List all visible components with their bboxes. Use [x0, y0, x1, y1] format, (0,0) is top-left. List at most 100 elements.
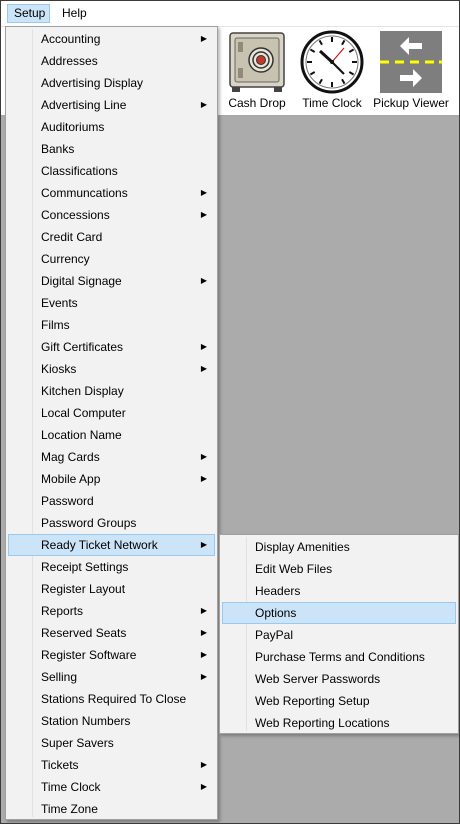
menu-item-label: Banks — [41, 142, 75, 156]
pickup-viewer-label: Pickup Viewer — [373, 96, 449, 110]
menu-item-register-layout[interactable]: Register Layout — [8, 578, 215, 600]
menu-item-label: Ready Ticket Network — [41, 538, 158, 552]
menu-setup[interactable]: Setup — [7, 4, 50, 23]
menu-item-selling[interactable]: Selling ▶ — [8, 666, 215, 688]
menu-item-auditoriums[interactable]: Auditoriums — [8, 116, 215, 138]
menu-item-films[interactable]: Films — [8, 314, 215, 336]
submenu-arrow-icon: ▶ — [200, 452, 207, 461]
menu-item-kiosks[interactable]: Kiosks ▶ — [8, 358, 215, 380]
menu-item-accounting[interactable]: Accounting ▶ — [8, 28, 215, 50]
cash-drop-button[interactable]: Cash Drop — [219, 27, 295, 115]
menu-item-password[interactable]: Password — [8, 490, 215, 512]
menu-item-receipt-settings[interactable]: Receipt Settings — [8, 556, 215, 578]
submenu-item-label: Headers — [255, 584, 301, 598]
submenu-item-display-amenities[interactable]: Display Amenities — [222, 536, 456, 558]
menu-item-tickets[interactable]: Tickets ▶ — [8, 754, 215, 776]
ready-ticket-network-submenu: Display Amenities Edit Web Files Headers Op… — [219, 534, 459, 734]
submenu-item-options[interactable]: Options — [222, 602, 456, 624]
menu-item-label: Super Savers — [41, 736, 114, 750]
menu-item-concessions[interactable]: Concessions ▶ — [8, 204, 215, 226]
menu-item-label: Reserved Seats — [41, 626, 127, 640]
menu-item-label: Addresses — [41, 54, 98, 68]
menu-item-label: Password Groups — [41, 516, 137, 530]
menu-item-events[interactable]: Events — [8, 292, 215, 314]
submenu-item-purchase-terms-and-conditions[interactable]: Purchase Terms and Conditions — [222, 646, 456, 668]
menu-item-label: Communcations — [41, 186, 128, 200]
menu-help[interactable]: Help — [56, 4, 96, 23]
menu-item-mobile-app[interactable]: Mobile App ▶ — [8, 468, 215, 490]
application-window: Setup Help Cash Drop Time Clock Pickup V… — [0, 0, 460, 824]
clock-icon — [300, 30, 364, 94]
menu-item-label: Mobile App — [41, 472, 101, 486]
menu-item-label: Credit Card — [41, 230, 103, 244]
menu-item-banks[interactable]: Banks — [8, 138, 215, 160]
menu-item-label: Advertising Line — [41, 98, 127, 112]
submenu-arrow-icon: ▶ — [200, 606, 207, 615]
menu-item-label: Digital Signage — [41, 274, 122, 288]
menu-item-gift-certificates[interactable]: Gift Certificates ▶ — [8, 336, 215, 358]
submenu-item-edit-web-files[interactable]: Edit Web Files — [222, 558, 456, 580]
submenu-arrow-icon: ▶ — [200, 474, 207, 483]
safe-icon — [229, 32, 285, 92]
menu-item-label: Time Clock — [41, 780, 101, 794]
menu-item-register-software[interactable]: Register Software ▶ — [8, 644, 215, 666]
submenu-arrow-icon: ▶ — [200, 276, 207, 285]
menu-item-digital-signage[interactable]: Digital Signage ▶ — [8, 270, 215, 292]
submenu-item-web-reporting-setup[interactable]: Web Reporting Setup — [222, 690, 456, 712]
menu-item-ready-ticket-network[interactable]: Ready Ticket Network ▶ — [8, 534, 215, 556]
menu-item-label: Time Zone — [41, 802, 98, 816]
pickup-viewer-button[interactable]: Pickup Viewer — [373, 27, 449, 115]
menu-item-label: Tickets — [41, 758, 79, 772]
menu-item-classifications[interactable]: Classifications — [8, 160, 215, 182]
menu-item-communcations[interactable]: Communcations ▶ — [8, 182, 215, 204]
menu-item-location-name[interactable]: Location Name — [8, 424, 215, 446]
menu-item-label: Register Software — [41, 648, 137, 662]
menu-item-stations-required-to-close[interactable]: Stations Required To Close — [8, 688, 215, 710]
menu-item-label: Currency — [41, 252, 90, 266]
submenu-item-web-reporting-locations[interactable]: Web Reporting Locations — [222, 712, 456, 734]
menu-item-label: Classifications — [41, 164, 118, 178]
menu-item-currency[interactable]: Currency — [8, 248, 215, 270]
submenu-arrow-icon: ▶ — [200, 342, 207, 351]
submenu-arrow-icon: ▶ — [200, 782, 207, 791]
menu-item-advertising-display[interactable]: Advertising Display — [8, 72, 215, 94]
menu-item-label: Accounting — [41, 32, 101, 46]
menu-item-label: Auditoriums — [41, 120, 105, 134]
menu-item-label: Advertising Display — [41, 76, 144, 90]
submenu-item-label: Web Reporting Locations — [255, 716, 390, 730]
menu-item-time-zone[interactable]: Time Zone — [8, 798, 215, 820]
menu-item-password-groups[interactable]: Password Groups — [8, 512, 215, 534]
menu-item-mag-cards[interactable]: Mag Cards ▶ — [8, 446, 215, 468]
menu-item-label: Concessions — [41, 208, 110, 222]
menu-item-time-clock[interactable]: Time Clock ▶ — [8, 776, 215, 798]
menu-item-reports[interactable]: Reports ▶ — [8, 600, 215, 622]
menu-item-label: Receipt Settings — [41, 560, 129, 574]
menu-item-local-computer[interactable]: Local Computer — [8, 402, 215, 424]
menu-item-kitchen-display[interactable]: Kitchen Display — [8, 380, 215, 402]
submenu-item-headers[interactable]: Headers — [222, 580, 456, 602]
time-clock-button[interactable]: Time Clock — [294, 27, 370, 115]
submenu-arrow-icon: ▶ — [200, 100, 207, 109]
menu-item-super-savers[interactable]: Super Savers — [8, 732, 215, 754]
submenu-arrow-icon: ▶ — [200, 672, 207, 681]
time-clock-label: Time Clock — [302, 96, 362, 110]
menu-item-advertising-line[interactable]: Advertising Line ▶ — [8, 94, 215, 116]
menu-bar: Setup Help — [1, 1, 459, 27]
submenu-item-web-server-passwords[interactable]: Web Server Passwords — [222, 668, 456, 690]
submenu-item-label: Display Amenities — [255, 540, 350, 554]
menu-item-credit-card[interactable]: Credit Card — [8, 226, 215, 248]
menu-item-label: Kiosks — [41, 362, 77, 376]
submenu-item-paypal[interactable]: PayPal — [222, 624, 456, 646]
menu-item-label: Register Layout — [41, 582, 126, 596]
menu-item-label: Events — [41, 296, 78, 310]
submenu-arrow-icon: ▶ — [200, 650, 207, 659]
menu-item-label: Location Name — [41, 428, 122, 442]
menu-item-label: Password — [41, 494, 94, 508]
menu-item-label: Films — [41, 318, 70, 332]
menu-item-station-numbers[interactable]: Station Numbers — [8, 710, 215, 732]
submenu-arrow-icon: ▶ — [200, 188, 207, 197]
menu-item-reserved-seats[interactable]: Reserved Seats ▶ — [8, 622, 215, 644]
submenu-item-label: Web Server Passwords — [255, 672, 381, 686]
submenu-item-label: Options — [255, 606, 297, 620]
menu-item-addresses[interactable]: Addresses — [8, 50, 215, 72]
